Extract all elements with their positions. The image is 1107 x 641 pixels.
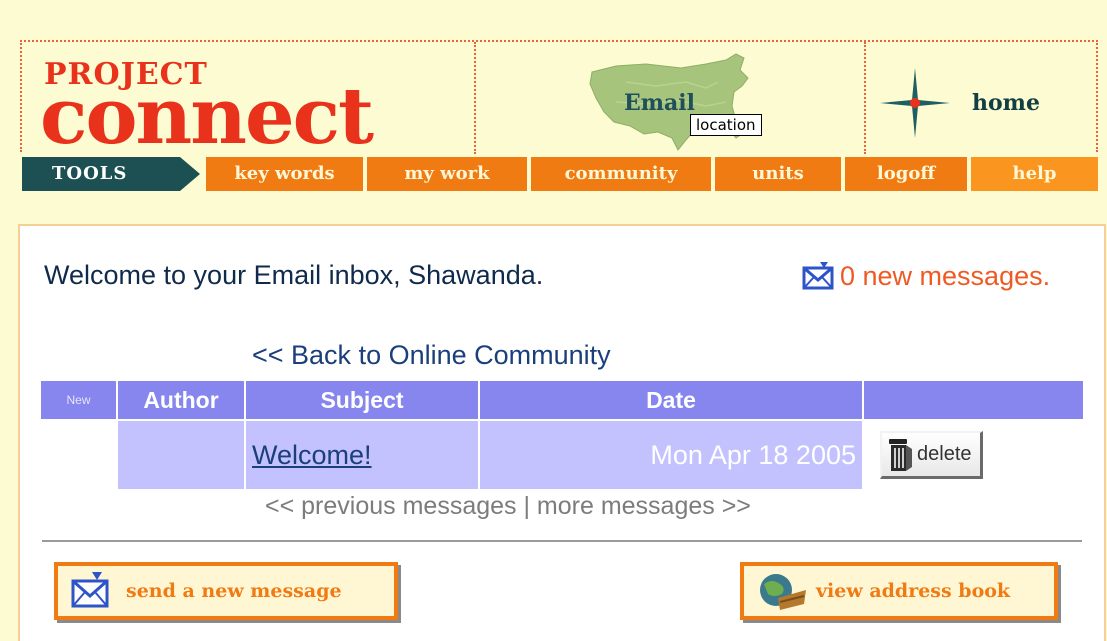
envelope-icon: [71, 572, 109, 608]
column-header-new: New: [41, 381, 118, 420]
globe-book-icon: [760, 574, 806, 610]
cell-date: Mon Apr 18 2005: [479, 419, 864, 489]
inbox-table: New Author Subject Date Welcome! Mon Apr…: [41, 381, 1083, 489]
column-header-subject[interactable]: Subject: [245, 381, 480, 420]
send-new-message-label: send a new message: [126, 580, 342, 602]
nav-item-logoff[interactable]: logoff: [845, 157, 967, 191]
logo[interactable]: PROJECT connect: [22, 42, 474, 162]
nav-item-help[interactable]: help: [971, 157, 1098, 191]
home-link[interactable]: home: [972, 90, 1040, 116]
cell-action: delete: [863, 419, 1083, 489]
delete-button[interactable]: delete: [880, 431, 983, 479]
nav-item-key-words[interactable]: key words: [206, 157, 363, 191]
cell-subject: Welcome!: [245, 419, 480, 489]
site-header: PROJECT connect Email location home: [20, 40, 1098, 162]
previous-messages-link[interactable]: << previous messages: [265, 492, 517, 520]
pager-separator: |: [516, 492, 537, 520]
tools-arrow-icon: [180, 157, 200, 191]
delete-label: delete: [917, 443, 972, 465]
more-messages-link[interactable]: more messages >>: [537, 492, 751, 520]
tools-nav-bar: TOOLS key words my work community units …: [22, 157, 1098, 191]
send-new-message-button[interactable]: send a new message: [54, 562, 398, 620]
nav-item-units[interactable]: units: [715, 157, 841, 191]
nav-item-community[interactable]: community: [531, 157, 711, 191]
divider: [42, 540, 1082, 542]
cell-author: [117, 419, 246, 489]
envelope-icon: [802, 262, 834, 290]
back-to-community-link[interactable]: << Back to Online Community: [252, 340, 611, 371]
location-map-area[interactable]: Email location: [474, 42, 866, 154]
page: PROJECT connect Email location home TOOL…: [0, 0, 1107, 641]
tools-label-box: TOOLS: [22, 157, 180, 191]
inbox-panel: Welcome to your Email inbox, Shawanda. 0…: [18, 224, 1106, 641]
email-location-label: Email: [624, 90, 696, 116]
nav-item-my-work[interactable]: my work: [367, 157, 527, 191]
new-messages-count: 0 new messages.: [840, 261, 1051, 291]
view-address-book-button[interactable]: view address book: [740, 562, 1058, 620]
home-area: home: [866, 42, 1098, 154]
pagination: << previous messages | more messages >>: [265, 492, 751, 521]
message-subject-link[interactable]: Welcome!: [252, 440, 372, 470]
tools-label: TOOLS: [52, 163, 128, 184]
cell-new: [41, 419, 118, 489]
location-tooltip: location: [690, 114, 762, 136]
compass-icon: [880, 68, 950, 138]
table-header-row: New Author Subject Date: [41, 381, 1083, 420]
trash-can-icon: [889, 438, 912, 471]
column-header-actions: [863, 381, 1083, 420]
welcome-heading: Welcome to your Email inbox, Shawanda.: [44, 260, 544, 290]
column-header-author[interactable]: Author: [117, 381, 246, 420]
view-address-book-label: view address book: [816, 580, 1011, 602]
table-row: Welcome! Mon Apr 18 2005 delete: [41, 419, 1083, 489]
column-header-date[interactable]: Date: [479, 381, 864, 420]
logo-connect-text: connect: [40, 71, 374, 162]
